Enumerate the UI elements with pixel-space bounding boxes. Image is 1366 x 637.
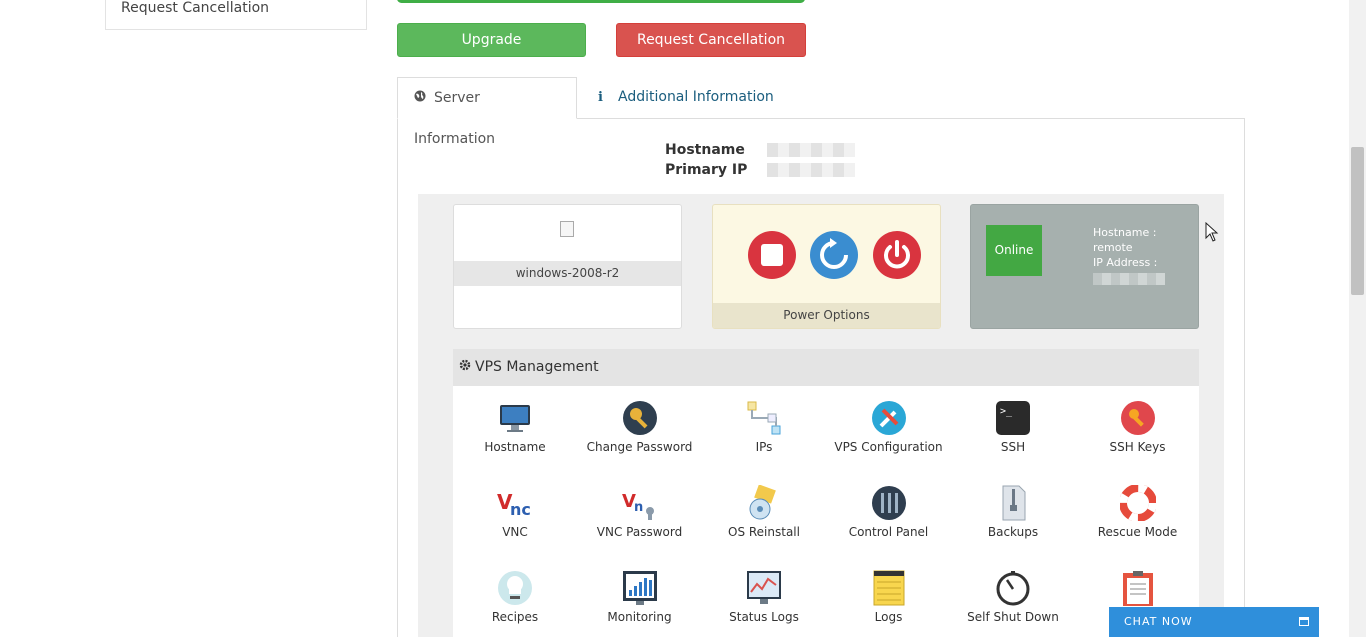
- svg-text:n: n: [634, 500, 643, 515]
- vps-management-header: VPS Management: [453, 349, 1199, 386]
- gear-icon: [459, 349, 471, 386]
- vps-tool-item[interactable]: [1076, 570, 1200, 610]
- vps-tool-ips[interactable]: IPs: [702, 400, 826, 454]
- vps-tool-label: SSH Keys: [1109, 440, 1166, 454]
- svg-text:nc: nc: [510, 500, 531, 519]
- globe-icon: [414, 79, 428, 119]
- os-reinstall-icon: [746, 484, 782, 521]
- hostname-value-redacted: [767, 143, 855, 157]
- vps-management-panel: VPS Management Hostname Change Password IP…: [453, 349, 1199, 637]
- vnc-password-icon: Vn: [622, 485, 658, 521]
- vps-tool-backups[interactable]: Backups: [951, 485, 1075, 539]
- online-status-badge: Online: [986, 225, 1042, 276]
- power-options-label: Power Options: [713, 303, 940, 328]
- vps-tool-label: Hostname: [484, 440, 546, 454]
- os-card: windows-2008-r2: [453, 204, 682, 329]
- vps-tool-label: Self Shut Down: [967, 610, 1059, 624]
- host-info: Hostname Primary IP: [665, 140, 747, 180]
- vps-tool-label: Monitoring: [607, 610, 672, 624]
- control-panel-icon: [871, 485, 907, 521]
- hostname-label: Hostname: [665, 142, 745, 158]
- key-icon: [622, 400, 658, 436]
- vps-tool-os-reinstall[interactable]: OS Reinstall: [702, 484, 826, 539]
- timer-icon: [995, 570, 1031, 606]
- vps-tool-label: OS Reinstall: [728, 525, 800, 539]
- tools-icon: [871, 400, 907, 436]
- vps-tool-ssh[interactable]: >_ SSH: [951, 400, 1075, 454]
- vps-tool-label: VNC: [502, 525, 528, 539]
- terminal-icon: >_: [995, 400, 1031, 436]
- upgrade-button[interactable]: Upgrade: [397, 23, 586, 57]
- vps-tool-self-shut-down[interactable]: Self Shut Down: [951, 570, 1075, 624]
- network-icon: [746, 400, 782, 436]
- scrollbar-track[interactable]: [1349, 0, 1366, 637]
- vps-tool-label: Recipes: [491, 610, 539, 624]
- vps-tool-label: VPS Configuration: [834, 440, 943, 454]
- vps-tool-label: Logs: [874, 610, 903, 624]
- power-off-icon[interactable]: [873, 231, 921, 279]
- vps-tool-label: Change Password: [586, 440, 693, 454]
- vps-tool-control-panel[interactable]: Control Panel: [827, 485, 951, 539]
- archive-icon: [995, 485, 1031, 521]
- info-icon: i: [598, 90, 603, 105]
- primary-ip-value-redacted: [767, 163, 855, 177]
- mouse-cursor-icon: [1205, 221, 1219, 246]
- status-hostname-label: Hostname :: [1093, 226, 1157, 239]
- svg-text:>_: >_: [1000, 406, 1013, 417]
- vps-tool-label: Backups: [987, 525, 1039, 539]
- chart-icon: [622, 570, 658, 606]
- monitor-icon: [497, 400, 533, 436]
- minimize-icon[interactable]: [1299, 617, 1309, 626]
- notepad-icon: [871, 570, 907, 606]
- vps-tool-vnc[interactable]: Vnc VNC: [453, 485, 577, 539]
- sidebar-request-cancellation[interactable]: Request Cancellation: [121, 0, 269, 16]
- vps-tool-logs[interactable]: Logs: [827, 570, 951, 624]
- request-cancellation-button[interactable]: Request Cancellation: [616, 23, 806, 57]
- vnc-icon: Vnc: [497, 485, 533, 521]
- vps-tool-vnc-password[interactable]: Vn VNC Password: [578, 485, 702, 539]
- primary-ip-label: Primary IP: [665, 162, 748, 178]
- tab-additional-information[interactable]: i Additional Information: [582, 77, 790, 119]
- power-options-card: Power Options: [712, 204, 941, 329]
- tabs: Server Information i Additional Informati…: [397, 77, 1245, 147]
- ssh-key-icon: [1120, 400, 1156, 436]
- tab-server-information[interactable]: Server Information: [397, 77, 577, 147]
- status-details: Hostname : remote IP Address :: [1093, 225, 1157, 270]
- vps-management-title: VPS Management: [475, 359, 599, 375]
- vps-tool-rescue-mode[interactable]: Rescue Mode: [1076, 484, 1200, 539]
- os-name: windows-2008-r2: [454, 261, 681, 286]
- sidebar-card[interactable]: Request Cancellation: [105, 0, 367, 30]
- chef-icon: [497, 570, 533, 606]
- vps-tool-label: Rescue Mode: [1097, 525, 1178, 539]
- lifebuoy-icon: [1118, 484, 1157, 522]
- vps-tool-label: IPs: [755, 440, 773, 454]
- stop-icon[interactable]: [748, 231, 796, 279]
- ip-address-redacted: [1093, 273, 1165, 285]
- vps-tool-status-logs[interactable]: Status Logs: [702, 570, 826, 624]
- vps-tool-label: VNC Password: [596, 525, 683, 539]
- restart-icon[interactable]: [810, 231, 858, 279]
- tab-label: Additional Information: [618, 89, 774, 105]
- scrollbar-thumb[interactable]: [1351, 147, 1364, 295]
- status-chart-icon: [746, 570, 782, 606]
- vps-tool-vps-configuration[interactable]: VPS Configuration: [827, 400, 951, 454]
- status-ip-label: IP Address :: [1093, 256, 1158, 269]
- clipboard-icon: [1120, 570, 1156, 606]
- chat-label: CHAT NOW: [1124, 615, 1193, 628]
- vps-tool-recipes[interactable]: Recipes: [453, 570, 577, 624]
- os-image-icon: [560, 221, 574, 237]
- vps-tool-monitoring[interactable]: Monitoring: [578, 570, 702, 624]
- chat-now-button[interactable]: CHAT NOW: [1109, 607, 1319, 637]
- vps-tool-label: Control Panel: [848, 525, 929, 539]
- vps-tool-ssh-keys[interactable]: SSH Keys: [1076, 400, 1200, 454]
- vps-tool-label: SSH: [1000, 440, 1026, 454]
- vps-tool-change-password[interactable]: Change Password: [578, 400, 702, 454]
- page: Request Cancellation Upgrade Request Can…: [0, 0, 1366, 637]
- vps-tool-label: Status Logs: [729, 610, 799, 624]
- status-hostname-value: remote: [1093, 241, 1133, 254]
- progress-bar: [397, 0, 805, 3]
- vps-tool-hostname[interactable]: Hostname: [453, 400, 577, 454]
- status-card: Online Hostname : remote IP Address :: [970, 204, 1199, 329]
